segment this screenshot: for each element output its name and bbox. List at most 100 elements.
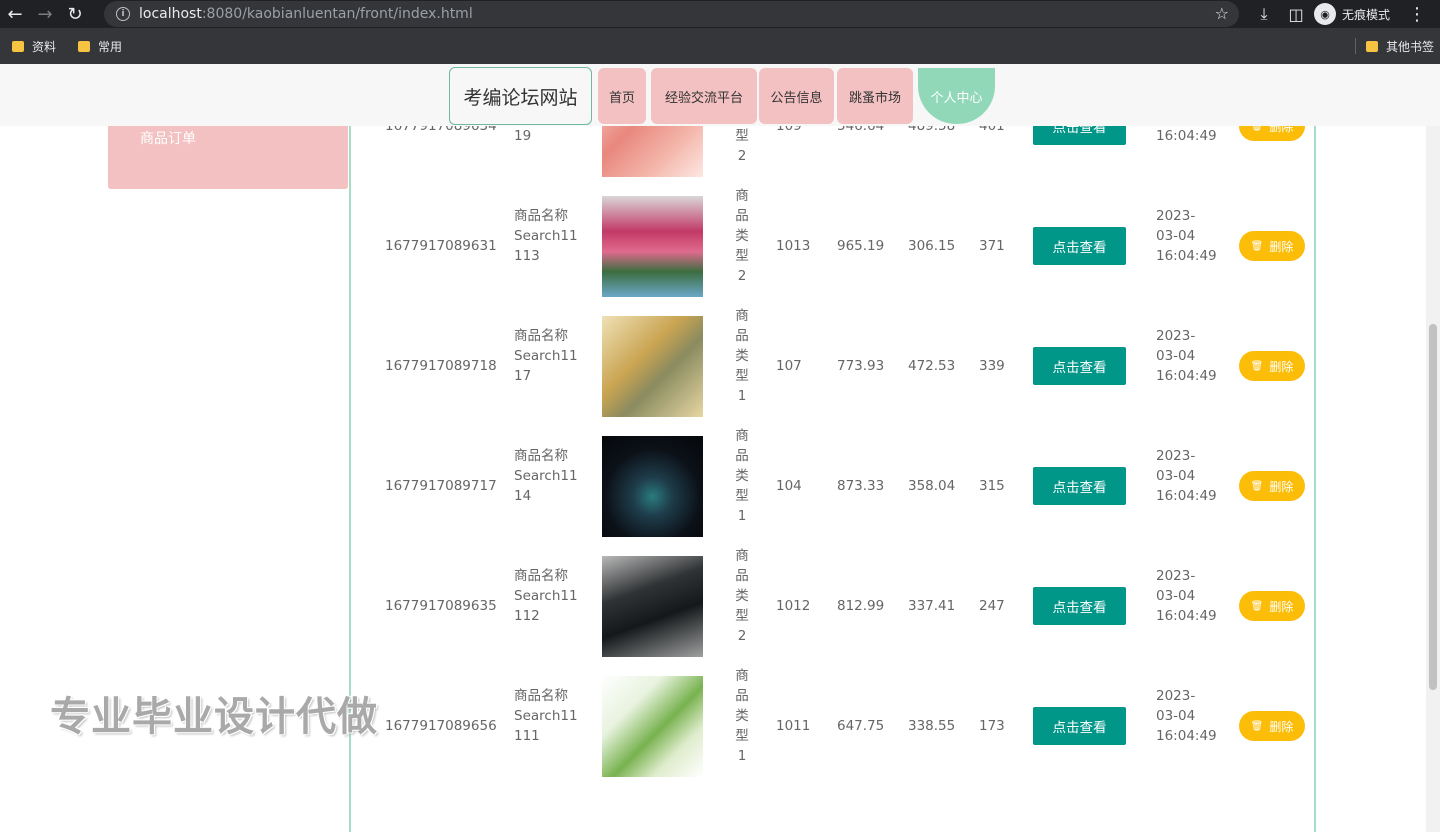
delete-button[interactable]: 🗑 删除 [1239,591,1305,621]
amount: 306.15 [908,238,956,254]
address-bar[interactable]: i localhost:8080/kaobianluentan/front/in… [104,1,1239,27]
view-button[interactable]: 点击查看 [1033,707,1126,745]
product-image [602,436,703,537]
amount: 338.55 [908,718,956,734]
product-name-line: 112 [514,608,540,624]
order-date-line: 2023- [1156,688,1196,704]
product-name-line: 商品名称 [514,568,568,584]
nav-personal-center[interactable]: 个人中心 [918,68,995,124]
product-name: 商品名称 Search11 113 [514,206,594,266]
nav-experience[interactable]: 经验交流平台 [651,68,757,124]
amount: 472.53 [908,358,956,374]
delete-button[interactable]: 🗑 删除 [1239,231,1305,261]
top-navigation: 考编论坛网站 首页 经验交流平台 公告信息 跳蚤市场 个人中心 [0,64,1440,126]
product-type-char: 型 [735,608,749,624]
price: 812.99 [837,598,885,614]
bookmark-label: 资料 [32,39,57,54]
product-type-char: 品 [735,448,749,464]
order-date-line: 03-04 [1156,468,1196,484]
table-row: 1677917089718 商品名称 Search11 17 商品类型 1 107 773.9… [351,306,1314,426]
price: 873.33 [837,478,885,494]
product-type-char: 商 [735,188,749,204]
sidepanel-icon[interactable]: ◫ [1280,5,1312,24]
product-image [602,196,703,297]
url-host: localhost [139,6,202,22]
order-date-line: 16:04:49 [1156,368,1217,384]
sidebar-item-orders[interactable]: 商品订单 [108,118,348,189]
nav-announcements[interactable]: 公告信息 [759,68,834,124]
order-date: 2023- 03-04 16:04:49 [1156,446,1217,506]
delete-label: 删除 [1269,479,1294,494]
nav-flea-market[interactable]: 跳蚤市场 [837,68,913,124]
order-date: 2023- 03-04 16:04:49 [1156,686,1217,746]
product-type-char: 类 [735,708,749,724]
product-type-char: 2 [737,148,747,164]
product-type: 商品类型 1 [732,426,752,526]
nav-home[interactable]: 首页 [598,68,646,124]
count: 315 [979,478,1005,494]
view-button[interactable]: 点击查看 [1033,347,1126,385]
bookmark-folder-2[interactable]: 常用 [78,38,122,55]
order-date-line: 2023- [1156,568,1196,584]
product-name: 商品名称 Search11 112 [514,566,594,626]
product-name-line: Search11 [514,588,578,604]
product-image [602,316,703,417]
view-button[interactable]: 点击查看 [1033,587,1126,625]
count: 247 [979,598,1005,614]
bookmark-folder-1[interactable]: 资料 [12,38,56,55]
order-date-line: 03-04 [1156,588,1196,604]
product-type-char: 型 [735,128,749,144]
product-name: 商品名称 Search11 111 [514,686,594,746]
order-date-line: 2023- [1156,328,1196,344]
folder-icon [12,40,24,52]
product-name-line: 113 [514,248,540,264]
product-type-char: 型 [735,488,749,504]
product-name-line: 19 [514,128,532,144]
back-icon[interactable]: ← [0,0,30,28]
order-date-line: 16:04:49 [1156,488,1217,504]
other-bookmarks[interactable]: 其他书签 [1354,28,1434,64]
view-button[interactable]: 点击查看 [1033,467,1126,505]
product-name-line: 商品名称 [514,688,568,704]
view-button[interactable]: 点击查看 [1033,227,1126,265]
watermark-text: 专业毕业设计代做 [50,694,378,740]
bookmark-star-icon[interactable]: ☆ [1215,4,1229,23]
product-name: 商品名称 Search11 17 [514,326,594,386]
product-type-char: 商 [735,668,749,684]
divider [1354,38,1356,54]
scrollbar[interactable] [1426,126,1440,832]
product-type-char: 类 [735,228,749,244]
info-icon[interactable]: i [116,7,130,21]
product-type-char: 品 [735,568,749,584]
incognito-indicator[interactable]: ◉ 无痕模式 [1314,3,1390,25]
quantity: 1012 [776,598,811,614]
trash-icon: 🗑 [1250,600,1264,612]
table-row: 1677917089656 商品名称 Search11 111 商品类型 1 1011 647… [351,666,1314,786]
download-icon[interactable]: ⤓ [1248,4,1280,24]
site-title[interactable]: 考编论坛网站 [449,67,592,125]
order-date-line: 16:04:49 [1156,608,1217,624]
trash-icon: 🗑 [1250,720,1264,732]
order-id: 1677917089656 [385,718,497,734]
menu-more-icon[interactable]: ⋮ [1408,4,1426,25]
product-name-line: 111 [514,728,540,744]
order-date-line: 16:04:49 [1156,248,1217,264]
order-date: 2023- 03-04 16:04:49 [1156,566,1217,626]
trash-icon: 🗑 [1250,360,1264,372]
table-row: 1677917089631 商品名称 Search11 113 商品类型 2 1013 965… [351,186,1314,306]
incognito-icon: ◉ [1314,3,1336,25]
count: 371 [979,238,1005,254]
product-name-line: 14 [514,488,532,504]
delete-label: 删除 [1269,239,1294,254]
quantity: 1011 [776,718,811,734]
delete-button[interactable]: 🗑 删除 [1239,471,1305,501]
other-bookmarks-label: 其他书签 [1385,39,1434,54]
reload-icon[interactable]: ↻ [60,0,90,28]
delete-button[interactable]: 🗑 删除 [1239,351,1305,381]
forward-icon[interactable]: → [30,0,60,28]
scrollbar-thumb[interactable] [1429,324,1437,690]
delete-button[interactable]: 🗑 删除 [1239,711,1305,741]
price: 965.19 [837,238,885,254]
product-type-char: 型 [735,248,749,264]
amount: 337.41 [908,598,956,614]
